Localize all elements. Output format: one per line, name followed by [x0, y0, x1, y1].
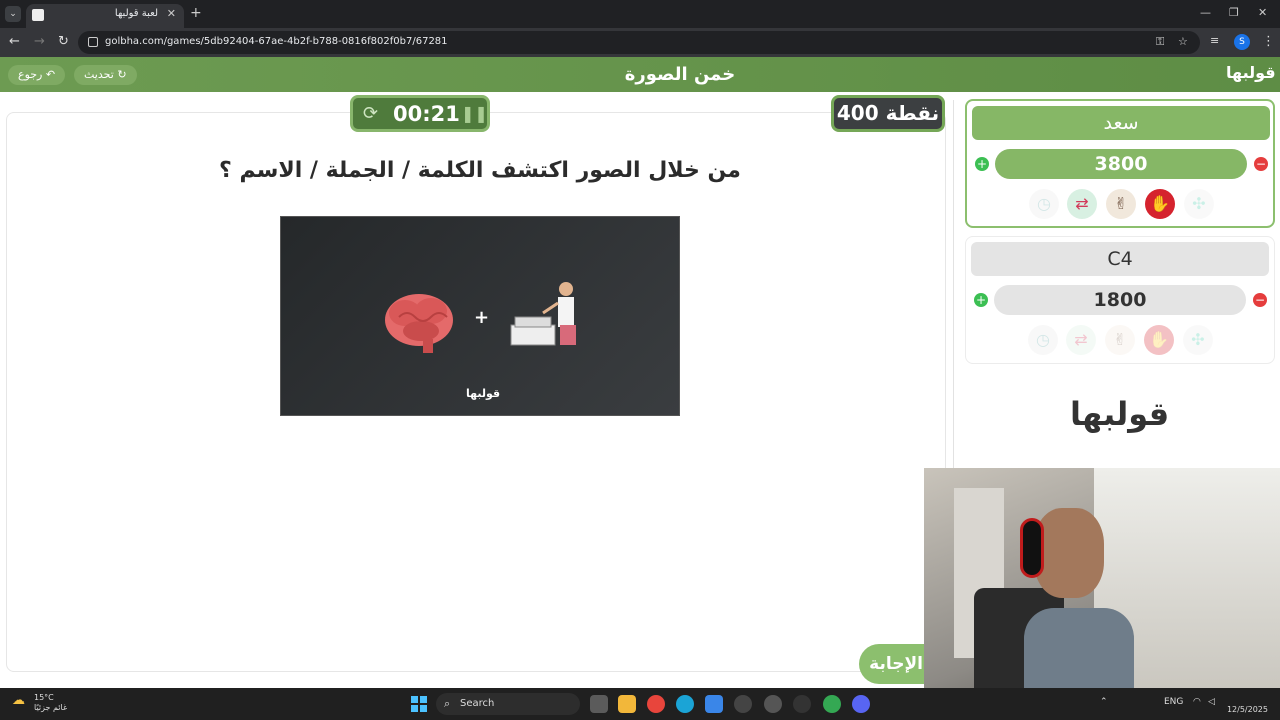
- webcam-overlay: [924, 468, 1280, 700]
- swap-arrows-icon[interactable]: ⇄: [1066, 325, 1096, 355]
- store-icon[interactable]: [705, 695, 723, 713]
- bookmark-star-icon[interactable]: ☆: [1178, 35, 1188, 48]
- reading-list-icon[interactable]: ≡: [1210, 34, 1219, 47]
- obs-icon[interactable]: [793, 695, 811, 713]
- app-icon[interactable]: [734, 695, 752, 713]
- weather-icon: ☁: [12, 693, 25, 708]
- swap-arrows-icon[interactable]: ⇄: [1067, 189, 1097, 219]
- pause-icon[interactable]: ❚❚: [461, 104, 488, 123]
- browser-toolbar: ← → ↻ golbha.com/games/5db92404-67ae-4b2…: [0, 28, 1280, 57]
- peace-hand-icon[interactable]: ✌: [1106, 189, 1136, 219]
- volume-icon[interactable]: ◁: [1208, 697, 1215, 707]
- timer: ⟳ 00:21 ❚❚: [350, 95, 490, 132]
- minimize-icon[interactable]: —: [1200, 6, 1211, 19]
- discord-icon[interactable]: [852, 695, 870, 713]
- peace-hand-icon[interactable]: ✌: [1105, 325, 1135, 355]
- search-icon: ⌕: [444, 697, 451, 710]
- tab-search-icon[interactable]: ⌄: [5, 6, 21, 22]
- stopwatch-icon[interactable]: ◷: [1029, 189, 1059, 219]
- tray-chevron-icon[interactable]: ⌃: [1100, 697, 1108, 707]
- puzzle-watermark: قولبها: [466, 387, 501, 400]
- page-title: خمن الصورة: [624, 64, 736, 85]
- brain-icon: [385, 294, 453, 353]
- browser-tab-strip: ⌄ لعبة قولبها ✕ + — ❐ ✕: [0, 0, 1280, 28]
- taskbar-search[interactable]: ⌕ Search: [436, 693, 580, 715]
- task-view-icon[interactable]: [590, 695, 608, 713]
- file-explorer-icon[interactable]: [618, 695, 636, 713]
- player-card: سعد + 3800 − ◷ ⇄ ✌ ✋ ✣: [965, 99, 1275, 228]
- player-score: 1800: [994, 285, 1246, 315]
- close-icon[interactable]: ✕: [167, 7, 176, 20]
- weather-widget[interactable]: ☁ 15°C غائم جزئيًا: [12, 693, 67, 713]
- player-card: C4 + 1800 − ◷ ⇄ ✌ ✋ ✣: [965, 236, 1275, 364]
- temperature: 15°C: [34, 693, 54, 702]
- points-badge: 400 نقطة: [831, 95, 945, 132]
- sidebar-logo-text: قولبها: [1070, 395, 1170, 433]
- search-label: Search: [460, 698, 495, 709]
- chrome-icon[interactable]: [647, 695, 665, 713]
- sidebar-logo: قولبها: [1070, 395, 1169, 433]
- menu-kebab-icon[interactable]: ⋮: [1262, 34, 1275, 49]
- restart-timer-icon[interactable]: ⟳: [363, 103, 378, 124]
- language-indicator[interactable]: ENG: [1164, 697, 1183, 707]
- app-header: رجوع ↶ تحديث ↻ خمن الصورة قولبها: [0, 57, 1280, 92]
- edge-icon[interactable]: [676, 695, 694, 713]
- back-icon[interactable]: ←: [9, 34, 20, 49]
- shuffle-icon[interactable]: ✣: [1183, 325, 1213, 355]
- chrome-active-icon[interactable]: [823, 695, 841, 713]
- stop-hand-icon[interactable]: ✋: [1144, 325, 1174, 355]
- date: 12/5/2025: [1226, 705, 1268, 714]
- webcam-person-head: [1034, 508, 1104, 598]
- player-name: سعد: [972, 106, 1270, 140]
- webcam-person-body: [1024, 608, 1134, 700]
- subtract-score-icon[interactable]: −: [1253, 293, 1267, 307]
- favicon-icon: [32, 9, 44, 21]
- stop-hand-icon[interactable]: ✋: [1145, 189, 1175, 219]
- address-bar[interactable]: golbha.com/games/5db92404-67ae-4b2f-b788…: [78, 31, 1200, 54]
- restore-icon[interactable]: ❐: [1229, 6, 1239, 19]
- taskbar: ☁ 15°C غائم جزئيًا ⌕ Search ⌃ ENG ◠ ◁ 12…: [0, 688, 1280, 720]
- add-score-icon[interactable]: +: [975, 157, 989, 171]
- profile-avatar[interactable]: S: [1234, 34, 1250, 50]
- add-score-icon[interactable]: +: [974, 293, 988, 307]
- weather-text: غائم جزئيًا: [34, 703, 68, 712]
- stopwatch-icon[interactable]: ◷: [1028, 325, 1058, 355]
- site-info-icon[interactable]: [88, 37, 98, 47]
- plus-sign: +: [474, 307, 490, 328]
- question-text: من خلال الصور اكتشف الكلمة / الجملة / ال…: [219, 158, 741, 183]
- clock[interactable]: 12/5/2025: [1224, 692, 1268, 716]
- puzzle-image: + قولبها: [280, 216, 680, 416]
- headphones-icon: [1020, 518, 1044, 578]
- windows-start-icon[interactable]: [411, 696, 427, 712]
- wifi-icon[interactable]: ◠: [1193, 697, 1201, 707]
- player-score: 3800: [995, 149, 1247, 179]
- steam-icon[interactable]: [764, 695, 782, 713]
- player-name: C4: [971, 242, 1269, 276]
- reload-icon[interactable]: ↻: [58, 34, 69, 49]
- tab-title: لعبة قولبها: [114, 8, 158, 19]
- new-tab-icon[interactable]: +: [190, 5, 202, 21]
- brand-logo[interactable]: قولبها: [1226, 63, 1276, 82]
- copier-person-icon: [510, 282, 576, 346]
- forward-icon[interactable]: →: [34, 34, 45, 49]
- url-text: golbha.com/games/5db92404-67ae-4b2f-b788…: [105, 36, 448, 47]
- browser-tab[interactable]: لعبة قولبها ✕: [26, 4, 184, 28]
- shuffle-icon[interactable]: ✣: [1184, 189, 1214, 219]
- subtract-score-icon[interactable]: −: [1254, 157, 1268, 171]
- window-close-icon[interactable]: ✕: [1258, 6, 1267, 19]
- timer-value: 00:21: [393, 102, 460, 126]
- password-key-icon[interactable]: ⚿: [1156, 35, 1164, 49]
